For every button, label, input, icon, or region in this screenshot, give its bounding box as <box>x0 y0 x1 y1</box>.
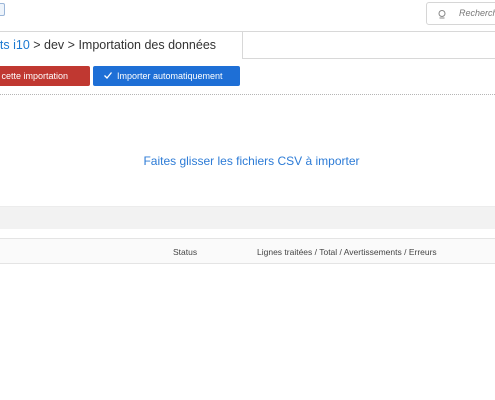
column-header-status[interactable]: Status <box>173 247 197 257</box>
table-header: Status Lignes traitées / Total / Avertis… <box>0 238 495 264</box>
search-input[interactable]: Recherche <box>426 2 495 25</box>
breadcrumb-current-page: Importation des données <box>78 38 217 52</box>
section-band <box>0 206 495 229</box>
breadcrumb: ents i10 > dev > Importation des données <box>0 38 216 52</box>
breadcrumb-root-link[interactable]: ents i10 <box>0 38 30 52</box>
breadcrumb-env[interactable]: dev <box>44 38 64 52</box>
column-header-lines[interactable]: Lignes traitées / Total / Avertissements… <box>257 247 437 257</box>
breadcrumb-separator: > <box>29 38 45 52</box>
breadcrumb-bar: ents i10 > dev > Importation des données <box>0 31 495 59</box>
app-icon[interactable] <box>0 3 5 16</box>
breadcrumb-tab: ents i10 > dev > Importation des données <box>0 32 243 59</box>
auto-import-button[interactable]: Importer automatiquement <box>93 66 240 86</box>
breadcrumb-separator: > <box>64 38 79 52</box>
top-bar: Recherche <box>0 0 495 30</box>
divider <box>0 94 495 95</box>
search-placeholder: Recherche <box>459 8 495 18</box>
cancel-import-button[interactable]: r cette importation <box>0 66 90 86</box>
check-icon <box>104 72 113 79</box>
cancel-import-label: r cette importation <box>0 71 69 81</box>
csv-dropzone[interactable]: Faites glisser les fichiers CSV à import… <box>0 154 495 168</box>
search-icon <box>438 10 446 19</box>
auto-import-label: Importer automatiquement <box>117 71 223 81</box>
